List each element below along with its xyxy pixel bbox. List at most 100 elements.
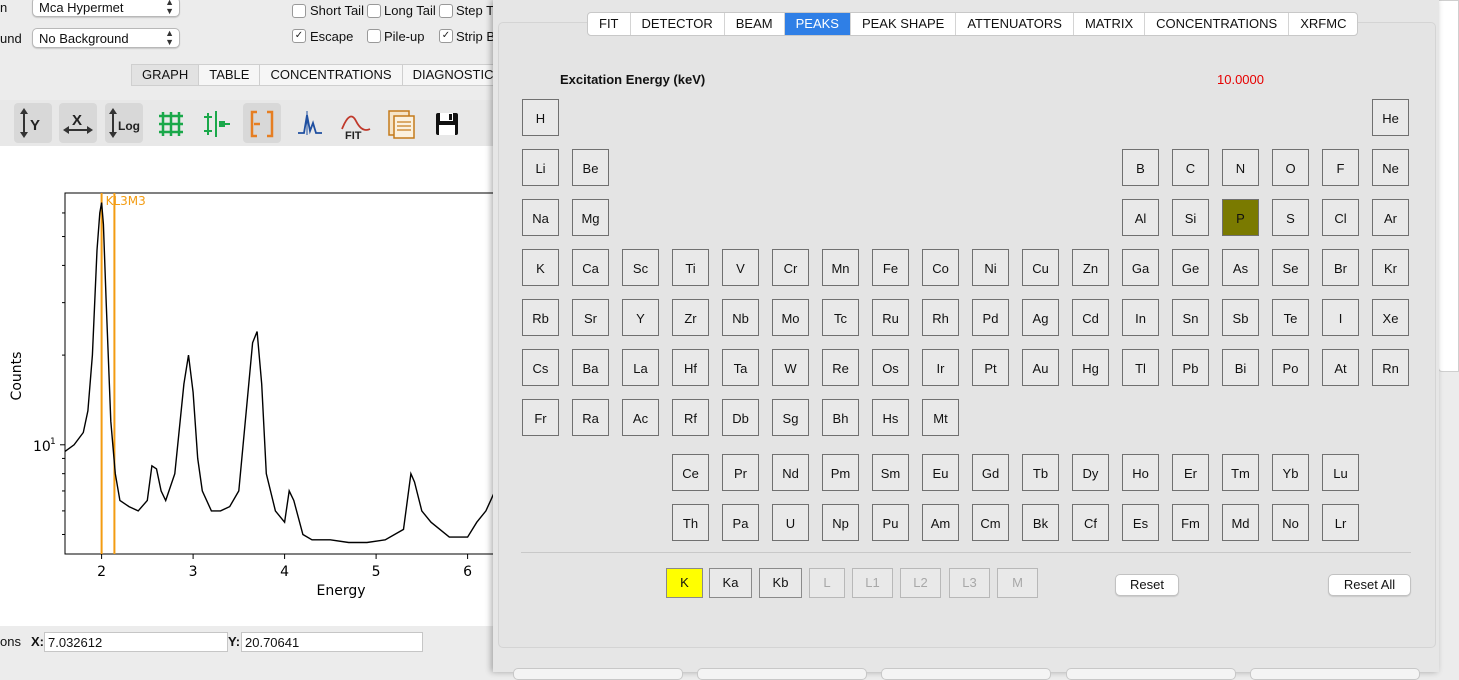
element-th[interactable]: Th xyxy=(672,504,709,541)
element-br[interactable]: Br xyxy=(1322,249,1359,286)
element-cd[interactable]: Cd xyxy=(1072,299,1109,336)
peak-search-button[interactable] xyxy=(290,103,328,143)
element-zr[interactable]: Zr xyxy=(672,299,709,336)
element-er[interactable]: Er xyxy=(1172,454,1209,491)
element-na[interactable]: Na xyxy=(522,199,559,236)
element-pa[interactable]: Pa xyxy=(722,504,759,541)
element-ru[interactable]: Ru xyxy=(872,299,909,336)
element-tc[interactable]: Tc xyxy=(822,299,859,336)
element-ce[interactable]: Ce xyxy=(672,454,709,491)
element-as[interactable]: As xyxy=(1222,249,1259,286)
element-cm[interactable]: Cm xyxy=(972,504,1009,541)
element-s[interactable]: S xyxy=(1272,199,1309,236)
tab-xrfmc[interactable]: XRFMC xyxy=(1289,13,1357,35)
element-p[interactable]: P xyxy=(1222,199,1259,236)
element-al[interactable]: Al xyxy=(1122,199,1159,236)
element-o[interactable]: O xyxy=(1272,149,1309,186)
element-sn[interactable]: Sn xyxy=(1172,299,1209,336)
strip-background-checkbox[interactable]: ✓ xyxy=(439,29,453,43)
element-mg[interactable]: Mg xyxy=(572,199,609,236)
element-dy[interactable]: Dy xyxy=(1072,454,1109,491)
tab-fit[interactable]: FIT xyxy=(588,13,631,35)
element-ca[interactable]: Ca xyxy=(572,249,609,286)
grid-button[interactable] xyxy=(151,103,189,143)
element-he[interactable]: He xyxy=(1372,99,1409,136)
element-w[interactable]: W xyxy=(772,349,809,386)
bottom-button-4[interactable] xyxy=(1066,668,1236,680)
x-autoscale-button[interactable]: X xyxy=(59,103,97,143)
element-rf[interactable]: Rf xyxy=(672,399,709,436)
element-tl[interactable]: Tl xyxy=(1122,349,1159,386)
energy-axis-button[interactable] xyxy=(243,103,281,143)
element-mt[interactable]: Mt xyxy=(922,399,959,436)
element-pm[interactable]: Pm xyxy=(822,454,859,491)
element-cs[interactable]: Cs xyxy=(522,349,559,386)
element-pd[interactable]: Pd xyxy=(972,299,1009,336)
tab-matrix[interactable]: MATRIX xyxy=(1074,13,1146,35)
reset-all-button[interactable]: Reset All xyxy=(1328,574,1411,596)
x-coord-field[interactable]: 7.032612 xyxy=(44,632,228,652)
fit-config-button[interactable] xyxy=(382,103,420,143)
shell-l3-button[interactable]: L3 xyxy=(949,568,990,598)
curve-style-button[interactable] xyxy=(198,103,236,143)
element-yb[interactable]: Yb xyxy=(1272,454,1309,491)
element-ho[interactable]: Ho xyxy=(1122,454,1159,491)
tab-beam[interactable]: BEAM xyxy=(725,13,785,35)
element-v[interactable]: V xyxy=(722,249,759,286)
element-hs[interactable]: Hs xyxy=(872,399,909,436)
element-cr[interactable]: Cr xyxy=(772,249,809,286)
element-at[interactable]: At xyxy=(1322,349,1359,386)
element-li[interactable]: Li xyxy=(522,149,559,186)
element-ta[interactable]: Ta xyxy=(722,349,759,386)
element-ge[interactable]: Ge xyxy=(1172,249,1209,286)
shell-l2-button[interactable]: L2 xyxy=(900,568,941,598)
tab-table[interactable]: TABLE xyxy=(199,65,261,85)
element-am[interactable]: Am xyxy=(922,504,959,541)
tab-peak-shape[interactable]: PEAK SHAPE xyxy=(851,13,957,35)
element-no[interactable]: No xyxy=(1272,504,1309,541)
bottom-button-5[interactable] xyxy=(1250,668,1420,680)
element-y[interactable]: Y xyxy=(622,299,659,336)
step-tail-checkbox[interactable] xyxy=(439,4,453,18)
element-ac[interactable]: Ac xyxy=(622,399,659,436)
element-nb[interactable]: Nb xyxy=(722,299,759,336)
element-cu[interactable]: Cu xyxy=(1022,249,1059,286)
element-fe[interactable]: Fe xyxy=(872,249,909,286)
reset-button[interactable]: Reset xyxy=(1115,574,1179,596)
element-eu[interactable]: Eu xyxy=(922,454,959,491)
element-bh[interactable]: Bh xyxy=(822,399,859,436)
shell-l1-button[interactable]: L1 xyxy=(852,568,893,598)
element-sb[interactable]: Sb xyxy=(1222,299,1259,336)
y-coord-field[interactable]: 20.70641 xyxy=(241,632,423,652)
element-in[interactable]: In xyxy=(1122,299,1159,336)
long-tail-checkbox[interactable] xyxy=(367,4,381,18)
element-ra[interactable]: Ra xyxy=(572,399,609,436)
element-n[interactable]: N xyxy=(1222,149,1259,186)
element-sm[interactable]: Sm xyxy=(872,454,909,491)
fit-button[interactable]: FIT xyxy=(336,103,374,143)
element-lu[interactable]: Lu xyxy=(1322,454,1359,491)
function-select[interactable]: Mca Hypermet ▲ ▼ xyxy=(32,0,180,17)
element-bk[interactable]: Bk xyxy=(1022,504,1059,541)
element-db[interactable]: Db xyxy=(722,399,759,436)
element-rb[interactable]: Rb xyxy=(522,299,559,336)
pileup-checkbox[interactable] xyxy=(367,29,381,43)
element-b[interactable]: B xyxy=(1122,149,1159,186)
tab-concentrations[interactable]: CONCENTRATIONS xyxy=(1145,13,1290,35)
element-cf[interactable]: Cf xyxy=(1072,504,1109,541)
element-es[interactable]: Es xyxy=(1122,504,1159,541)
element-sr[interactable]: Sr xyxy=(572,299,609,336)
element-te[interactable]: Te xyxy=(1272,299,1309,336)
tab-diagnostic[interactable]: DIAGNOSTIC xyxy=(403,65,495,85)
element-f[interactable]: F xyxy=(1322,149,1359,186)
save-button[interactable] xyxy=(428,103,466,143)
element-ga[interactable]: Ga xyxy=(1122,249,1159,286)
element-i[interactable]: I xyxy=(1322,299,1359,336)
shell-kb-button[interactable]: Kb xyxy=(759,568,802,598)
element-cl[interactable]: Cl xyxy=(1322,199,1359,236)
element-re[interactable]: Re xyxy=(822,349,859,386)
element-hg[interactable]: Hg xyxy=(1072,349,1109,386)
element-fr[interactable]: Fr xyxy=(522,399,559,436)
log-scale-button[interactable]: Log xyxy=(105,103,143,143)
bottom-button-3[interactable] xyxy=(881,668,1051,680)
